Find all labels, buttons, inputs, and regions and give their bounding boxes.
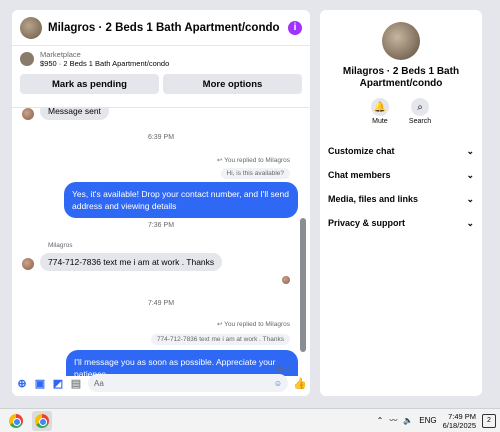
thumbs-up-icon[interactable]: 👍 — [293, 377, 307, 390]
listing-thumbnail — [20, 52, 34, 66]
wifi-icon[interactable]: 〰 — [389, 415, 397, 426]
search-button[interactable]: ⌕ Search — [409, 98, 431, 125]
reply-note-text: You replied to Milagros — [224, 321, 290, 328]
chat-header: Milagros · 2 Beds 1 Bath Apartment/condo… — [12, 10, 310, 46]
clock-time: 7:49 PM — [448, 411, 476, 421]
reply-note-text: You replied to Milagros — [224, 157, 290, 164]
chevron-up-icon[interactable]: ⌃ — [377, 416, 384, 425]
clock[interactable]: 7:49 PM 6/18/2025 — [443, 412, 476, 430]
seen-indicator-avatar — [282, 276, 290, 284]
mark-pending-button[interactable]: Mark as pending — [20, 74, 159, 94]
privacy-support-item[interactable]: Privacy & support ⌄ — [320, 211, 482, 235]
contact-avatar[interactable] — [20, 16, 42, 39]
chevron-down-icon: ⌄ — [466, 169, 474, 180]
message-bubble-incoming: 774-712-7836 text me i am at work . Than… — [40, 253, 223, 271]
volume-icon[interactable]: 🔈 — [403, 416, 413, 425]
image-icon[interactable]: ▣ — [34, 377, 46, 390]
conversation-title: Milagros · 2 Beds 1 Bath Apartment/condo — [342, 66, 460, 89]
bell-icon: 🔔 — [370, 98, 389, 116]
mute-label: Mute — [372, 118, 388, 125]
conversation-info-panel: Milagros · 2 Beds 1 Bath Apartment/condo… — [320, 10, 482, 396]
message-placeholder: Aa — [94, 378, 104, 388]
message-bubble-outgoing: Yes, it's available! Drop your contact n… — [64, 182, 298, 218]
sticker-icon[interactable]: ◩ — [52, 377, 64, 390]
language-indicator[interactable]: ENG — [419, 416, 436, 425]
scrollbar[interactable] — [300, 218, 306, 352]
quoted-message: 774-712-7836 text me i am at work . Than… — [150, 334, 290, 345]
chevron-down-icon: ⌄ — [466, 217, 474, 228]
chat-title[interactable]: Milagros · 2 Beds 1 Bath Apartment/condo — [48, 22, 288, 34]
listing-row[interactable]: Marketplace $950 · 2 Beds 1 Bath Apartme… — [20, 50, 302, 68]
search-label: Search — [408, 118, 432, 125]
listing-card: Marketplace $950 · 2 Beds 1 Bath Apartme… — [12, 46, 310, 108]
chat-panel: Milagros · 2 Beds 1 Bath Apartment/condo… — [12, 10, 310, 396]
media-files-item[interactable]: Media, files and links ⌄ — [320, 187, 482, 211]
timestamp: 7:36 PM — [147, 222, 175, 229]
quoted-message: Hi, is this available? — [220, 168, 290, 179]
search-icon: ⌕ — [411, 98, 429, 116]
taskbar: ⌃ 〰 🔈 ENG 7:49 PM 6/18/2025 2 — [0, 408, 500, 432]
gif-icon[interactable]: ▤ — [70, 377, 82, 390]
reply-note: ↩ You replied to Milagros — [217, 156, 290, 164]
composer: ⊕ ▣ ◩ ▤ Aa ☺ 👍 — [12, 370, 310, 396]
timestamp: 6:39 PM — [147, 134, 175, 141]
more-options-button[interactable]: More options — [163, 74, 302, 94]
reply-note: ↩ You replied to Milagros — [217, 320, 290, 328]
clock-date: 6/18/2025 — [442, 420, 476, 430]
info-icon[interactable]: i — [288, 20, 302, 35]
timestamp: 7:49 PM — [147, 300, 175, 307]
item-label: Privacy & support — [328, 218, 406, 228]
listing-source: Marketplace — [40, 50, 81, 59]
system-tray: ⌃ 〰 🔈 ENG 7:49 PM 6/18/2025 2 — [377, 412, 496, 430]
listing-info: $950 · 2 Beds 1 Bath Apartment/condo — [40, 59, 170, 68]
item-label: Media, files and links — [328, 194, 419, 204]
chat-members-item[interactable]: Chat members ⌄ — [320, 163, 482, 187]
message-list: Message sent 6:39 PM ↩ You replied to Mi… — [12, 108, 310, 376]
emoji-icon[interactable]: ☺ — [274, 379, 282, 388]
item-label: Customize chat — [328, 146, 395, 156]
item-label: Chat members — [328, 170, 391, 180]
chevron-down-icon: ⌄ — [466, 145, 474, 156]
customize-chat-item[interactable]: Customize chat ⌄ — [320, 139, 482, 163]
chrome-taskbar-app[interactable] — [32, 410, 52, 431]
message-input[interactable]: Aa ☺ — [88, 374, 288, 392]
chrome-icon — [9, 413, 23, 428]
message-bubble-incoming: Message sent — [40, 108, 109, 120]
sender-name: Milagros — [48, 242, 73, 249]
chrome-icon — [35, 413, 49, 428]
mute-button[interactable]: 🔔 Mute — [370, 98, 389, 125]
contact-avatar-small — [22, 108, 34, 120]
chrome-taskbar-app[interactable] — [6, 411, 26, 431]
contact-avatar-large[interactable] — [382, 22, 420, 60]
notification-icon[interactable]: 2 — [482, 413, 496, 428]
plus-icon[interactable]: ⊕ — [16, 377, 28, 390]
contact-avatar-small — [22, 258, 34, 270]
chevron-down-icon: ⌄ — [466, 193, 474, 204]
